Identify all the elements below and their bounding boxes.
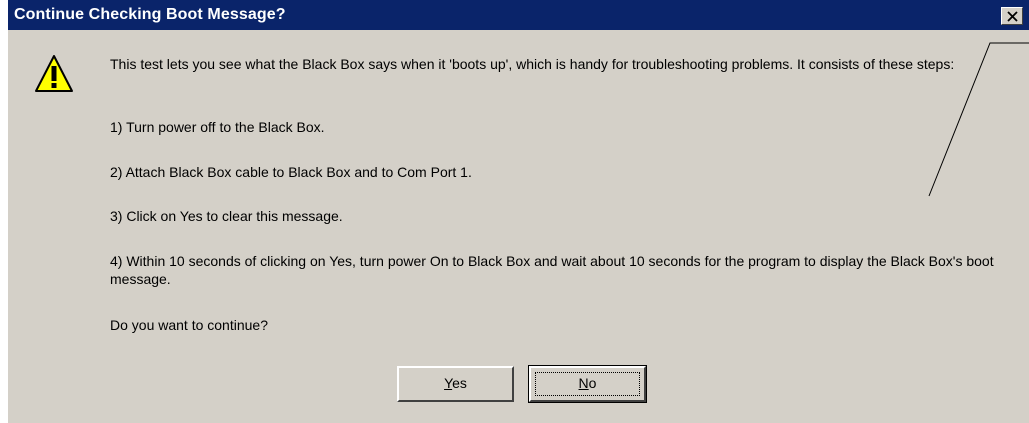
no-button-label: No xyxy=(579,375,597,391)
yes-label-rest: es xyxy=(452,375,467,391)
warning-icon xyxy=(35,55,73,92)
yes-accelerator: Y xyxy=(444,375,453,391)
yes-button-label: Yes xyxy=(444,375,467,391)
no-button[interactable]: No xyxy=(528,365,647,403)
close-icon xyxy=(1007,11,1018,22)
no-label-rest: o xyxy=(588,375,597,391)
message-dialog: Continue Checking Boot Message? This tes… xyxy=(7,0,1029,423)
message-intro: This test lets you see what the Black Bo… xyxy=(110,56,955,72)
message-step-3: 3) Click on Yes to clear this message. xyxy=(110,208,343,224)
message-step-2: 2) Attach Black Box cable to Black Box a… xyxy=(110,164,472,180)
close-button[interactable] xyxy=(1001,7,1023,25)
message-step-4: 4) Within 10 seconds of clicking on Yes,… xyxy=(110,253,994,287)
no-accelerator: N xyxy=(578,375,589,391)
message-step-1: 1) Turn power off to the Black Box. xyxy=(110,119,325,135)
yes-button[interactable]: Yes xyxy=(397,366,514,402)
message-question: Do you want to continue? xyxy=(110,317,268,333)
dialog-title: Continue Checking Boot Message? xyxy=(14,6,286,23)
title-bar[interactable]: Continue Checking Boot Message? xyxy=(8,0,1029,30)
